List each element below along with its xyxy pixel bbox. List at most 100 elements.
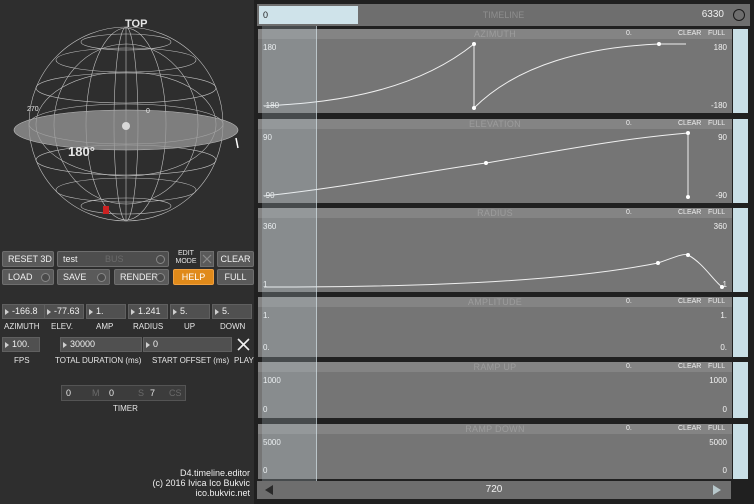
track-max-left: 5000 xyxy=(263,438,281,447)
elevation-level-bar[interactable] xyxy=(733,119,748,203)
triangle-icon xyxy=(215,308,219,315)
track-clear-button[interactable]: CLEAR xyxy=(678,425,701,433)
track-name: RAMP DOWN xyxy=(465,424,525,434)
offset-value: 0 xyxy=(153,339,159,349)
elevation-label: ELEV. xyxy=(51,322,73,331)
timeline-indicator-icon[interactable] xyxy=(733,9,745,21)
bus-placeholder: BUS xyxy=(105,254,124,264)
timeline-header[interactable]: TIMELINE 0 6330 xyxy=(257,4,750,26)
fps-number[interactable]: 100. xyxy=(2,337,40,352)
timer-display: 0 M 0 S 7 CS xyxy=(61,385,186,401)
fps-value: 100. xyxy=(12,339,30,349)
amplitude-level-bar[interactable] xyxy=(733,297,748,357)
radius-curve[interactable] xyxy=(258,208,732,292)
elevation-number[interactable]: -77.63 xyxy=(44,304,84,319)
control-panel: TOP 180° 270 0 RESET 3D test BUS EDIT MO… xyxy=(0,0,254,504)
track-value: 0. xyxy=(626,425,632,432)
radius-number[interactable]: 1.241 xyxy=(128,304,168,319)
timer-minutes-unit: M xyxy=(92,388,100,398)
track-ramp-up[interactable]: RAMP UP 0. CLEAR FULL 1000 0 1000 0 xyxy=(258,362,732,418)
tick-label-0: 0 xyxy=(146,108,150,115)
azimuth-label: AZIMUTH xyxy=(4,322,40,331)
bus-indicator-icon xyxy=(156,255,165,264)
triangle-icon xyxy=(63,341,67,348)
edit-mode-toggle[interactable] xyxy=(200,251,214,267)
track-full-button[interactable]: FULL xyxy=(708,363,725,371)
up-label: UP xyxy=(184,322,196,331)
track-full-button[interactable]: FULL xyxy=(708,298,725,306)
track-full-button[interactable]: FULL xyxy=(708,425,725,433)
scroll-value: 720 xyxy=(485,484,503,495)
playhead-line[interactable] xyxy=(316,26,317,482)
credits-copyright: (c) 2016 Ivica Ico Bukvic xyxy=(152,478,250,488)
duration-value: 30000 xyxy=(70,339,96,349)
elevation-curve[interactable] xyxy=(258,119,732,203)
offset-number[interactable]: 0 xyxy=(143,337,232,352)
play-toggle[interactable] xyxy=(235,336,253,353)
ramp-up-level-bar[interactable] xyxy=(733,362,748,418)
timer-centiseconds: 7 xyxy=(150,388,156,398)
render-button[interactable]: RENDER xyxy=(114,269,169,285)
ramp-down-level-bar[interactable] xyxy=(733,424,748,479)
save-button[interactable]: SAVE xyxy=(57,269,110,285)
track-min-left: 0 xyxy=(263,466,268,475)
track-max-right: 1000 xyxy=(709,376,727,385)
sphere-graphic xyxy=(13,26,239,222)
amp-value: 1. xyxy=(96,306,104,316)
track-amplitude[interactable]: AMPLITUDE 0. CLEAR FULL 1. 0. 1. 0. xyxy=(258,297,732,357)
credits-url: ico.bukvic.net xyxy=(195,488,250,498)
track-max-right: 5000 xyxy=(709,438,727,447)
load-button[interactable]: LOAD xyxy=(2,269,54,285)
timeline-scrollbar[interactable]: 720 xyxy=(257,481,731,499)
scroll-right-icon[interactable] xyxy=(711,484,723,496)
track-azimuth[interactable]: AZIMUTH 0. CLEAR FULL 180 -180 180 -180 xyxy=(258,29,732,113)
spatial-3d-view[interactable]: TOP 180° 270 0 xyxy=(0,0,254,245)
radius-level-bar[interactable] xyxy=(733,208,748,292)
track-min-left: 0. xyxy=(263,343,270,352)
track-name: RAMP UP xyxy=(473,362,517,372)
track-elevation[interactable]: ELEVATION 0. CLEAR FULL 90 -90 90 -90 xyxy=(258,119,732,203)
bus-name-input[interactable]: test BUS xyxy=(57,251,169,267)
timer-seconds-unit: S xyxy=(138,388,145,398)
track-name: AMPLITUDE xyxy=(467,297,523,307)
timeline-end: 6330 xyxy=(701,9,724,20)
triangle-icon xyxy=(131,308,135,315)
credits: D4.timeline.editor (c) 2016 Ivica Ico Bu… xyxy=(152,468,250,498)
full-button[interactable]: FULL xyxy=(217,269,254,285)
track-max-left: 1000 xyxy=(263,376,281,385)
track-clear-button[interactable]: CLEAR xyxy=(678,298,701,306)
duration-number[interactable]: 30000 xyxy=(60,337,142,352)
top-label: TOP xyxy=(125,18,148,30)
clear-button[interactable]: CLEAR xyxy=(217,251,254,267)
close-icon xyxy=(202,254,212,264)
azimuth-curve[interactable] xyxy=(258,29,732,113)
track-min-right: 0. xyxy=(720,343,727,352)
fps-label: FPS xyxy=(14,356,30,365)
down-number[interactable]: 5. xyxy=(212,304,252,319)
duration-label: TOTAL DURATION (ms) xyxy=(55,356,142,365)
triangle-icon xyxy=(89,308,93,315)
azimuth-number[interactable]: -166.8 xyxy=(2,304,48,319)
azimuth-level-bar[interactable] xyxy=(733,29,748,113)
reset-3d-button[interactable]: RESET 3D xyxy=(2,251,54,267)
amp-label: AMP xyxy=(96,322,114,331)
track-max-left: 1. xyxy=(263,311,270,320)
down-value: 5. xyxy=(222,306,230,316)
edit-mode-label: EDIT MODE xyxy=(175,250,197,265)
timer-seconds: 0 xyxy=(109,388,115,398)
load-indicator-icon xyxy=(41,273,50,282)
timeline-position[interactable]: 0 xyxy=(259,6,358,24)
track-clear-button[interactable]: CLEAR xyxy=(678,363,701,371)
radius-value: 1.241 xyxy=(138,306,161,316)
bus-name-value: test xyxy=(63,254,78,264)
close-icon xyxy=(237,338,250,351)
triangle-icon xyxy=(5,341,9,348)
elevation-value: -77.63 xyxy=(54,306,80,316)
track-value: 0. xyxy=(626,298,632,305)
save-label: SAVE xyxy=(63,272,87,282)
help-button[interactable]: HELP xyxy=(173,269,214,285)
track-radius[interactable]: RADIUS 0. CLEAR FULL 360 1 360 1 xyxy=(258,208,732,292)
up-number[interactable]: 5. xyxy=(170,304,210,319)
track-ramp-down[interactable]: RAMP DOWN 0. CLEAR FULL 5000 0 5000 0 xyxy=(258,424,732,479)
amp-number[interactable]: 1. xyxy=(86,304,126,319)
